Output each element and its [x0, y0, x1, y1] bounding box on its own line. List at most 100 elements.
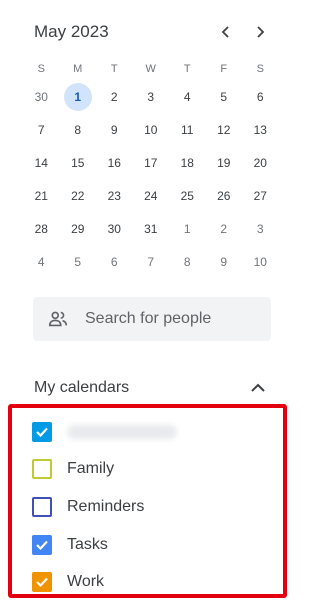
calendar-checkbox[interactable] [32, 572, 52, 592]
calendar-checkbox[interactable] [32, 422, 52, 442]
day-cell: 16 [96, 146, 133, 179]
day-button[interactable]: 17 [137, 149, 165, 177]
day-button[interactable]: 30 [100, 215, 128, 243]
week-row: 30 1 2 3 4 5 6 [23, 80, 279, 113]
day-button[interactable]: 28 [27, 215, 55, 243]
day-cell: 30 [23, 80, 60, 113]
day-cell: 5 [206, 80, 243, 113]
day-cell: 3 [133, 80, 170, 113]
day-cell: 10 [133, 113, 170, 146]
day-button[interactable]: 7 [137, 248, 165, 276]
day-cell: 19 [206, 146, 243, 179]
day-button[interactable]: 29 [64, 215, 92, 243]
calendar-item[interactable]: Reminders [32, 495, 272, 519]
day-button[interactable]: 19 [210, 149, 238, 177]
day-button[interactable]: 6 [100, 248, 128, 276]
calendar-item[interactable]: Work [32, 570, 272, 594]
calendar-item[interactable] [32, 420, 272, 444]
day-button[interactable]: 9 [210, 248, 238, 276]
day-button[interactable]: 10 [246, 248, 274, 276]
my-calendars-title: My calendars [34, 379, 130, 396]
day-cell: 18 [169, 146, 206, 179]
day-cell: 8 [169, 245, 206, 278]
next-month-button[interactable] [246, 18, 274, 46]
checkmark-icon [36, 540, 48, 551]
day-button[interactable]: 16 [100, 149, 128, 177]
calendar-label: Reminders [67, 498, 145, 515]
calendar-checkbox[interactable] [32, 459, 52, 479]
day-cell: 6 [96, 245, 133, 278]
week-row: 21 22 23 24 25 26 27 [23, 179, 279, 212]
day-button[interactable]: 7 [27, 116, 55, 144]
day-button[interactable]: 3 [246, 215, 274, 243]
search-placeholder: Search for people [85, 310, 212, 327]
checkmark-icon [36, 427, 48, 438]
day-button[interactable]: 5 [64, 248, 92, 276]
day-cell: 15 [60, 146, 97, 179]
checkmark-icon [36, 577, 48, 588]
day-button[interactable]: 2 [210, 215, 238, 243]
day-button[interactable]: 23 [100, 182, 128, 210]
calendar-checkbox[interactable] [32, 535, 52, 555]
day-cell: 7 [133, 245, 170, 278]
day-button[interactable]: 9 [100, 116, 128, 144]
day-button[interactable]: 30 [27, 83, 55, 111]
day-cell: 21 [23, 179, 60, 212]
day-cell: 7 [23, 113, 60, 146]
day-button[interactable]: 20 [246, 149, 274, 177]
day-button[interactable]: 8 [64, 116, 92, 144]
day-cell: 4 [23, 245, 60, 278]
weekday-label: W [145, 63, 156, 75]
weekday-header-row: SMTWTFS [23, 58, 279, 80]
day-cell: 14 [23, 146, 60, 179]
previous-month-button[interactable] [212, 18, 240, 46]
day-cell: 12 [206, 113, 243, 146]
day-button[interactable]: 21 [27, 182, 55, 210]
calendar-item[interactable]: Family [32, 457, 272, 481]
mini-calendar-grid: SMTWTFS 30 1 2 3 4 5 6 7 8 9 10 11 12 13 14 15 16 17 18 19 2… [23, 58, 279, 278]
week-row: 14 15 16 17 18 19 20 [23, 146, 279, 179]
day-cell: 30 [96, 212, 133, 245]
day-button[interactable]: 5 [210, 83, 238, 111]
day-button[interactable]: 10 [137, 116, 165, 144]
calendar-sidebar: May 2023 SMTWTFS 30 1 2 3 4 5 6 7 8 9 10 11 12 13 14 15… [0, 0, 301, 605]
collapse-button[interactable] [246, 376, 270, 400]
day-button[interactable]: 3 [137, 83, 165, 111]
my-calendars-header[interactable]: My calendars [34, 374, 270, 402]
day-button[interactable]: 6 [246, 83, 274, 111]
calendar-label: Family [67, 460, 115, 477]
weekday-label: F [220, 63, 228, 75]
day-button[interactable]: 1 [173, 215, 201, 243]
weekday-label: S [37, 63, 45, 75]
day-button[interactable]: 26 [210, 182, 238, 210]
day-button[interactable]: 4 [27, 248, 55, 276]
day-cell: 2 [206, 212, 243, 245]
day-button[interactable]: 27 [246, 182, 274, 210]
day-cell: 9 [206, 245, 243, 278]
day-cell: 8 [60, 113, 97, 146]
day-button[interactable]: 11 [173, 116, 201, 144]
day-button[interactable]: 18 [173, 149, 201, 177]
today-day-button[interactable]: 1 [63, 82, 92, 111]
search-people-input[interactable]: Search for people [33, 297, 271, 341]
day-button[interactable]: 13 [246, 116, 274, 144]
day-button[interactable]: 12 [210, 116, 238, 144]
day-cell: 26 [206, 179, 243, 212]
chevron-up-icon [251, 383, 265, 392]
day-button[interactable]: 8 [173, 248, 201, 276]
day-button[interactable]: 24 [137, 182, 165, 210]
calendar-checkbox[interactable] [32, 497, 52, 517]
day-button[interactable]: 14 [27, 149, 55, 177]
day-button[interactable]: 15 [64, 149, 92, 177]
day-cell: 27 [242, 179, 279, 212]
day-button[interactable]: 25 [173, 182, 201, 210]
day-button[interactable]: 4 [173, 83, 201, 111]
day-cell: 25 [169, 179, 206, 212]
day-cell: 5 [60, 245, 97, 278]
calendar-item[interactable]: Tasks [32, 533, 272, 557]
day-button[interactable]: 22 [64, 182, 92, 210]
redacted-calendar-name [67, 425, 177, 439]
day-button[interactable]: 2 [100, 83, 128, 111]
day-cell: 31 [133, 212, 170, 245]
day-button[interactable]: 31 [137, 215, 165, 243]
